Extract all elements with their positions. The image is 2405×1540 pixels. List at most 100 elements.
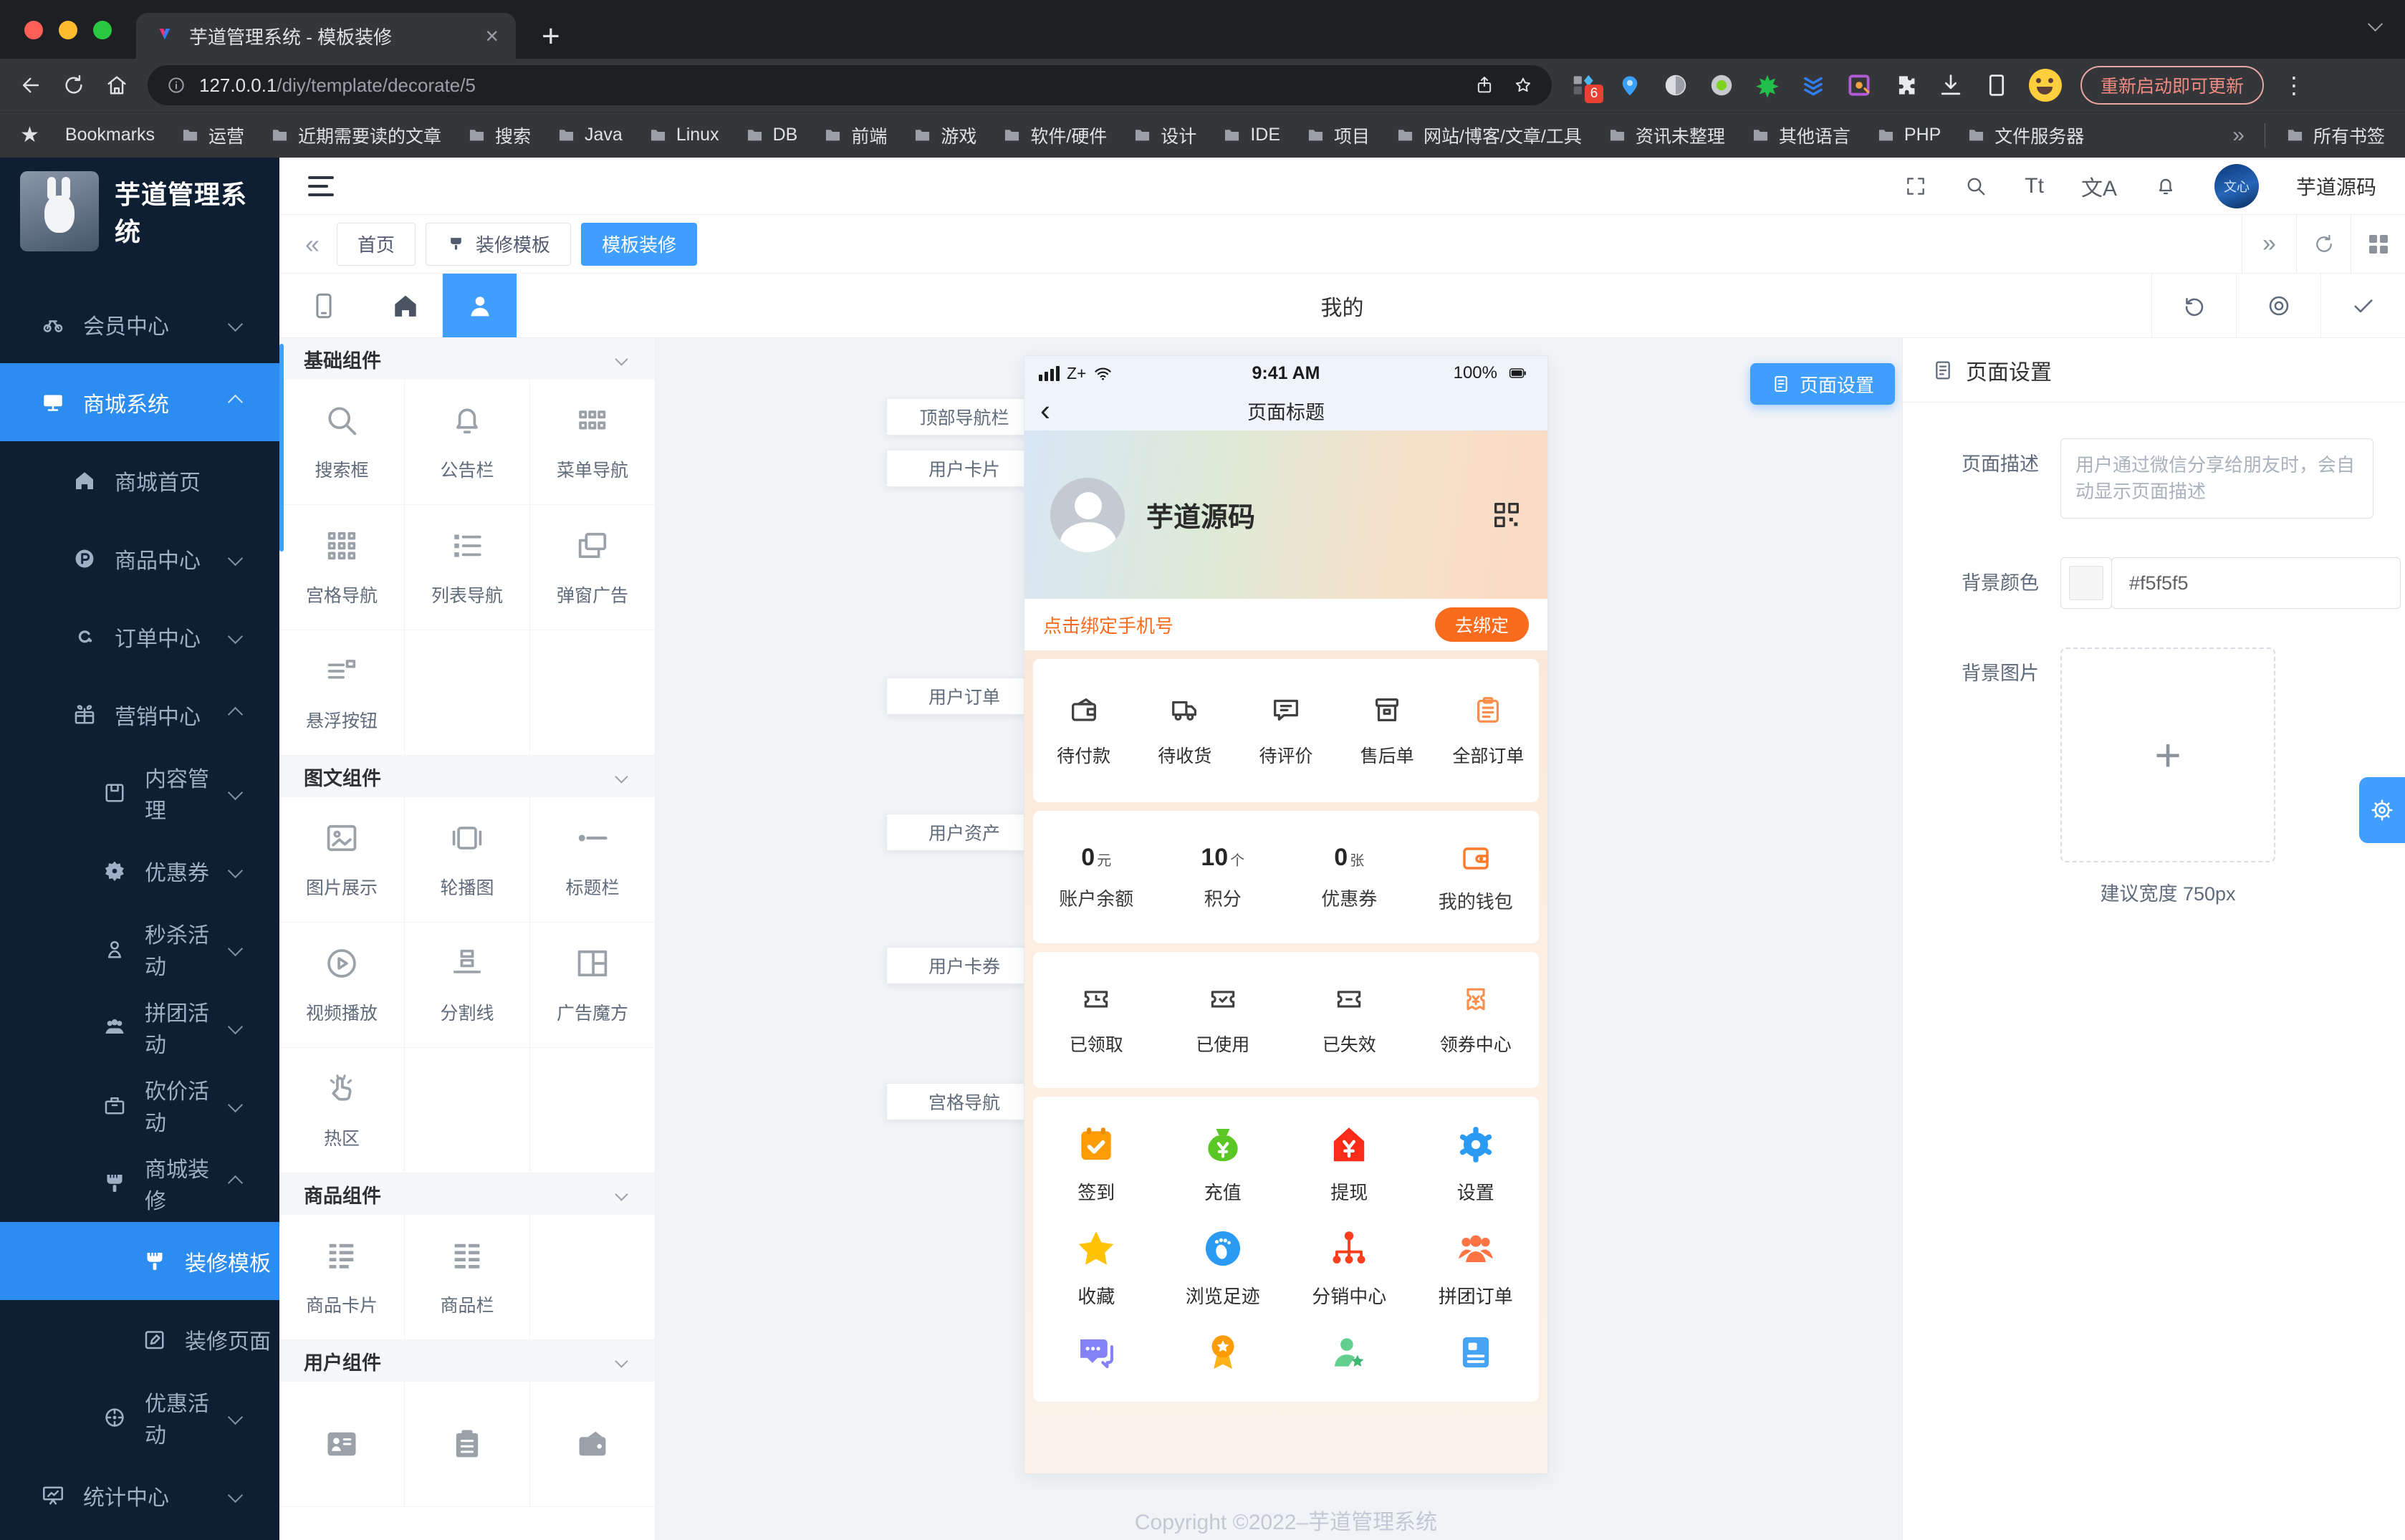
sidebar-item-装修模板[interactable]: 装修模板 [0, 1222, 279, 1300]
component-视频播放[interactable]: 视频播放 [279, 923, 405, 1048]
user-coupons-component[interactable]: 已领取已使用已失效领券中心 [1033, 952, 1539, 1088]
component-wallet-solid-icon[interactable] [530, 1382, 656, 1507]
component-悬浮按钮[interactable]: 悬浮按钮 [279, 630, 405, 756]
ext-burst-icon[interactable] [1754, 72, 1781, 99]
puzzle-icon[interactable] [1891, 72, 1919, 99]
minimize-window-button[interactable] [59, 21, 77, 39]
user-name[interactable]: 芋道源码 [2296, 172, 2376, 201]
zoom-window-button[interactable] [93, 21, 112, 39]
sidebar-item-会员中心[interactable]: 会员中心 [0, 285, 279, 363]
color-swatch[interactable] [2060, 557, 2112, 609]
new-tab-button[interactable]: + [542, 19, 560, 54]
top-nav-component[interactable]: ‹ 页面标题 [1024, 390, 1547, 430]
bookmarks-star-icon[interactable]: ★ [20, 122, 39, 148]
bind-phone-bar[interactable]: 点击绑定手机号 去绑定 [1024, 599, 1547, 650]
all-bookmarks[interactable]: 所有书签 [2285, 122, 2385, 148]
component-商品栏[interactable]: 商品栏 [405, 1215, 530, 1340]
tab-layout-icon[interactable] [2351, 215, 2405, 273]
profile-avatar-icon[interactable] [2029, 69, 2062, 102]
component-弹窗广告[interactable]: 弹窗广告 [530, 505, 656, 630]
component-order-solid-icon[interactable] [405, 1382, 530, 1507]
reader-icon[interactable] [1983, 72, 2010, 99]
ext-blocks-icon[interactable]: 6 [1570, 72, 1598, 99]
bookmark-folder[interactable]: 网站/博客/文章/工具 [1396, 122, 1582, 148]
bookmark-folder[interactable]: 资讯未整理 [1608, 122, 1725, 148]
bookmark-folder[interactable]: 运营 [181, 122, 244, 148]
component-搜索框[interactable]: 搜索框 [279, 380, 405, 505]
component-user-card-solid-icon[interactable] [279, 1382, 405, 1507]
bell-icon[interactable] [2154, 175, 2177, 198]
bookmark-folder[interactable]: 设计 [1133, 122, 1196, 148]
scrollbar[interactable] [279, 344, 284, 552]
sidebar-item-商城首页[interactable]: 商城首页 [0, 441, 279, 519]
close-window-button[interactable] [24, 21, 43, 39]
share-icon[interactable] [1474, 75, 1494, 95]
user-avatar[interactable]: 文心 [2214, 164, 2259, 208]
window-controls[interactable] [24, 21, 112, 39]
update-button[interactable]: 重新启动即可更新 [2080, 66, 2264, 105]
save-button[interactable] [2320, 274, 2405, 337]
bookmark-folder[interactable]: 其他语言 [1751, 122, 1850, 148]
go-bind-button[interactable]: 去绑定 [1435, 607, 1529, 642]
bookmark-folder[interactable]: DB [745, 122, 798, 148]
component-菜单导航[interactable]: 菜单导航 [530, 380, 656, 505]
component-商品卡片[interactable]: 商品卡片 [279, 1215, 405, 1340]
sidebar-item-营销中心[interactable]: 营销中心 [0, 675, 279, 754]
browser-tab[interactable]: 芋道管理系统 - 模板装修 × [136, 13, 516, 59]
back-chevron-icon[interactable]: ‹ [1040, 398, 1050, 423]
palette-section-header[interactable]: 商品组件 [279, 1173, 655, 1215]
download-icon[interactable] [1937, 72, 1964, 99]
preview-button[interactable] [2236, 274, 2320, 337]
bookmark-folder[interactable]: Linux [648, 122, 719, 148]
bookmark-folder[interactable]: 项目 [1306, 122, 1370, 148]
sidebar-item-统计中心[interactable]: 统计中心 [0, 1456, 279, 1534]
sidebar-item-优惠券[interactable]: 优惠券 [0, 832, 279, 910]
user-assets-component[interactable]: 0元账户余额10个积分0张优惠券我的钱包 [1033, 811, 1539, 943]
sidebar-item-装修页面[interactable]: 装修页面 [0, 1300, 279, 1378]
reload-icon[interactable] [62, 73, 86, 97]
user-card-component[interactable]: 芋道源码 [1024, 430, 1547, 599]
back-icon[interactable] [19, 73, 43, 97]
tab-装修模板[interactable]: 装修模板 [426, 223, 571, 266]
sidebar-item-拼团活动[interactable]: 拼团活动 [0, 988, 279, 1066]
reset-button[interactable] [2151, 274, 2236, 337]
language-icon[interactable]: 文A [2081, 170, 2117, 202]
sidebar-item-商城装修[interactable]: 商城装修 [0, 1144, 279, 1222]
qr-code-icon[interactable] [1490, 499, 1523, 531]
user-page-button[interactable] [443, 274, 517, 337]
font-size-icon[interactable]: Tt [2025, 174, 2044, 198]
bookmark-folder[interactable]: Java [557, 122, 623, 148]
component-列表导航[interactable]: 列表导航 [405, 505, 530, 630]
ext-pin-icon[interactable] [1616, 72, 1643, 99]
component-图片展示[interactable]: 图片展示 [279, 797, 405, 923]
component-标题栏[interactable]: 标题栏 [530, 797, 656, 923]
bookmark-folder[interactable]: PHP [1876, 122, 1941, 148]
grid-nav-component[interactable]: 签到充值提现设置收藏浏览足迹分销中心拼团订单 [1033, 1097, 1539, 1402]
component-分割线[interactable]: 分割线 [405, 923, 530, 1048]
home-icon[interactable] [105, 73, 129, 97]
info-icon[interactable] [166, 75, 186, 95]
component-公告栏[interactable]: 公告栏 [405, 380, 530, 505]
bookmark-folder[interactable]: 游戏 [913, 122, 976, 148]
sidebar-item-砍价活动[interactable]: 砍价活动 [0, 1066, 279, 1144]
tabs-overflow-button[interactable]: » [2242, 215, 2296, 273]
collapse-tabs-icon[interactable]: « [305, 229, 320, 259]
bookmark-folder[interactable]: 软件/硬件 [1002, 122, 1107, 148]
component-热区[interactable]: 热区 [279, 1048, 405, 1173]
sidebar-item-订单中心[interactable]: 订单中心 [0, 597, 279, 675]
address-bar[interactable]: 127.0.0.1/diy/template/decorate/5 [148, 65, 1552, 105]
sidebar-item-商品中心[interactable]: 商品中心 [0, 519, 279, 597]
component-宫格导航[interactable]: 宫格导航 [279, 505, 405, 630]
page-settings-button[interactable]: 页面设置 [1750, 363, 1895, 405]
bookmarks-label[interactable]: Bookmarks [65, 125, 155, 145]
browser-menu-icon[interactable]: ⋮ [2282, 72, 2305, 99]
background-color-input[interactable] [2111, 557, 2401, 609]
bookmarks-overflow-icon[interactable]: » [2232, 123, 2245, 148]
bookmark-folder[interactable]: 搜索 [467, 122, 531, 148]
chevron-down-icon[interactable] [2368, 16, 2383, 32]
ext-record-icon[interactable] [1708, 72, 1735, 99]
palette-section-header[interactable]: 用户组件 [279, 1340, 655, 1382]
bookmark-folder[interactable]: IDE [1222, 122, 1280, 148]
component-广告魔方[interactable]: 广告魔方 [530, 923, 656, 1048]
bookmark-folder[interactable]: 文件服务器 [1967, 122, 2084, 148]
